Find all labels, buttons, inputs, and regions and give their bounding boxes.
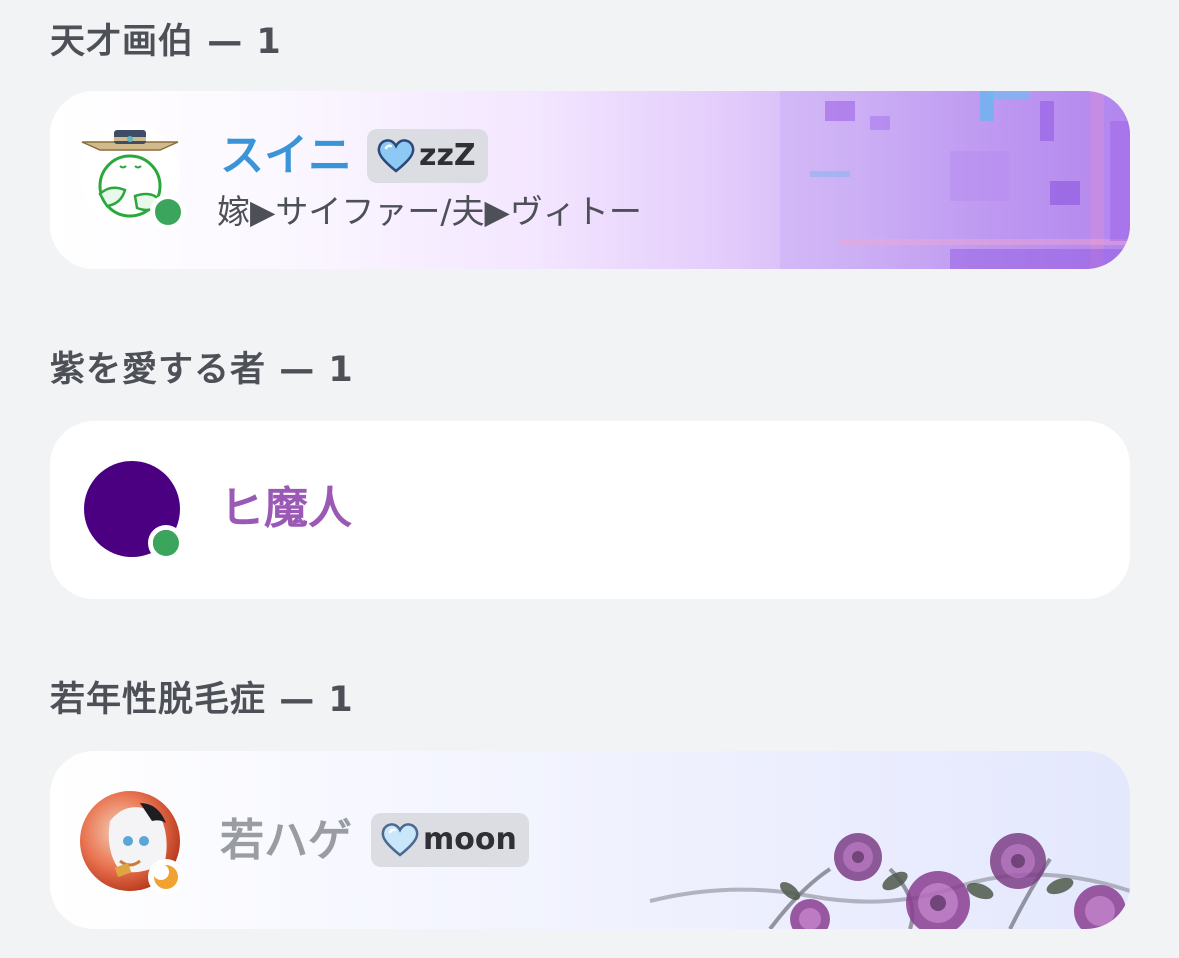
role-separator: — [279,680,316,720]
member-card[interactable]: ヒ魔人 [50,421,1130,599]
role-separator: — [207,22,244,62]
role-count: 1 [328,680,354,720]
profile-banner-background [50,91,1130,269]
profile-banner-background [50,751,1130,929]
role-separator: — [279,350,316,390]
light-blue-heart-icon [381,823,419,857]
role-header: 若年性脱毛症 — 1 [50,680,354,720]
role-name: 天才画伯 [50,22,195,62]
member-bio: 嫁▶サイファー/夫▶ヴィトー [217,192,642,231]
avatar[interactable] [80,791,184,895]
member-name[interactable]: 若ハゲ [220,816,352,866]
member-card[interactable]: スイニ zzZ 嫁▶サイファー/夫▶ヴィトー [50,91,1130,269]
member-card[interactable]: 若ハゲ moon [50,751,1130,929]
role-name: 紫を愛する者 [50,350,267,390]
avatar[interactable] [80,124,186,230]
role-name: 若年性脱毛症 [50,680,267,720]
role-header: 紫を愛する者 — 1 [50,350,354,390]
member-name[interactable]: ヒ魔人 [220,484,352,534]
idle-status-indicator [148,859,184,895]
role-header: 天才画伯 — 1 [50,22,282,62]
role-count: 1 [256,22,282,62]
online-status-indicator [148,525,184,561]
avatar[interactable] [84,461,184,561]
online-status-indicator [150,194,186,230]
banner-art [780,91,1130,269]
custom-status-badge: zzZ [367,129,488,183]
custom-status-text: moon [423,822,517,857]
custom-status-text: zzZ [419,138,476,173]
blue-heart-icon [377,139,415,173]
role-count: 1 [328,350,354,390]
member-list: 天才画伯 — 1 スイニ zzZ 嫁▶サイファー/夫▶ヴィトー 紫を愛する者 —… [0,0,1179,958]
rose-banner-art [649,833,1130,929]
moon-icon [153,864,178,889]
custom-status-badge: moon [371,813,529,867]
member-name[interactable]: スイニ [220,131,352,181]
